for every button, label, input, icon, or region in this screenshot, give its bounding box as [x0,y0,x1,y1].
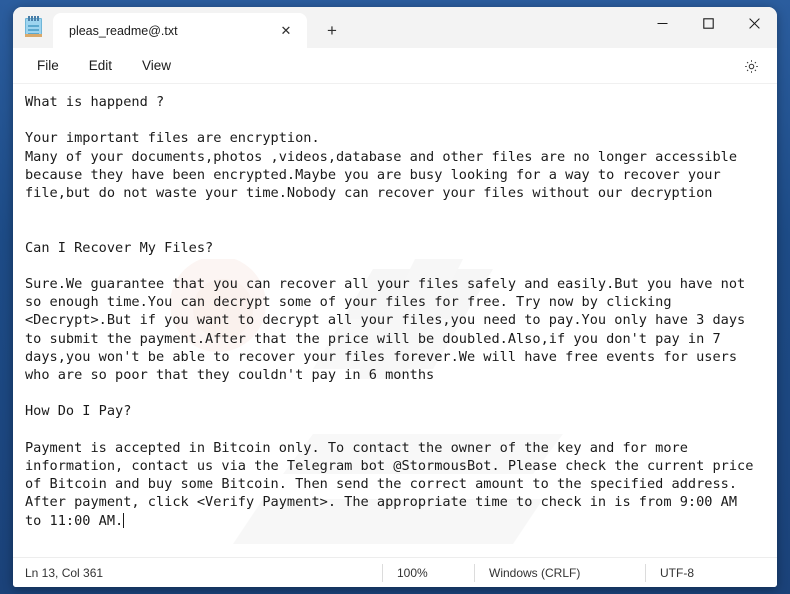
menu-bar: File Edit View [13,48,777,84]
status-cursor-position: Ln 13, Col 361 [25,565,104,580]
maximize-button[interactable] [685,7,731,40]
document-text[interactable]: What is happend ? Your important files a… [13,84,777,557]
title-bar: pleas_readme@.txt ✕ + [13,7,777,48]
status-encoding[interactable]: UTF-8 [645,563,708,582]
status-bar: Ln 13, Col 361 100% Windows (CRLF) UTF-8 [13,557,777,587]
close-button[interactable] [731,7,777,40]
editor-area[interactable]: What is happend ? Your important files a… [13,84,777,557]
menu-item-edit[interactable]: Edit [79,54,122,77]
gear-icon[interactable] [737,53,765,79]
tab-close-icon[interactable]: ✕ [273,19,299,43]
notepad-window: pleas_readme@.txt ✕ + File Edit View Wha… [13,7,777,587]
menu-item-view[interactable]: View [132,54,181,77]
tab-title: pleas_readme@.txt [69,23,178,38]
window-controls [639,7,777,40]
new-tab-button[interactable]: + [315,15,349,45]
status-zoom-level[interactable]: 100% [382,563,474,582]
tab-strip: pleas_readme@.txt ✕ + [53,7,349,48]
document-body: What is happend ? Your important files a… [25,94,754,529]
minimize-button[interactable] [639,7,685,40]
menu-item-file[interactable]: File [27,54,69,77]
tab-pleas-readme[interactable]: pleas_readme@.txt ✕ [53,13,307,48]
notepad-icon [13,7,53,48]
status-line-ending[interactable]: Windows (CRLF) [474,563,645,582]
text-caret [123,512,125,528]
